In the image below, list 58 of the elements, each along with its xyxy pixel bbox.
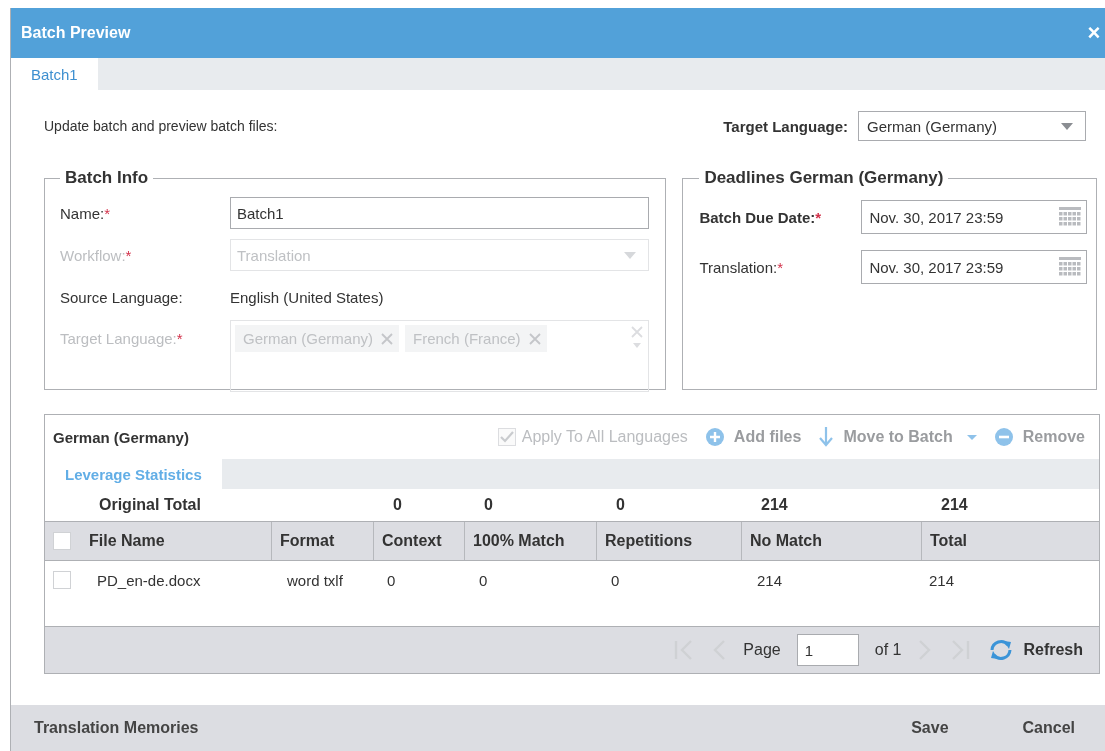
total-value: 214 xyxy=(760,496,789,514)
table-cell-text: PD_en-de.docx xyxy=(96,570,202,591)
table-cell-text: 0 xyxy=(478,570,489,591)
total-value: 0 xyxy=(392,496,403,514)
name-field[interactable]: Batch1 xyxy=(230,197,650,229)
page-label: Page xyxy=(743,641,781,659)
date-field[interactable]: Nov. 30, 2017 23:59 xyxy=(861,200,1088,234)
refresh-button[interactable]: Refresh xyxy=(987,638,1083,662)
total-value: 0 xyxy=(615,496,626,514)
translation-memories-button[interactable]: Translation Memories xyxy=(34,719,199,737)
select-all-checkbox[interactable] xyxy=(53,532,71,550)
total-value: 0 xyxy=(483,496,494,514)
page-field[interactable]: 1 xyxy=(796,634,859,666)
column-header[interactable]: Repetitions xyxy=(596,522,741,560)
panel-title: German (Germany) xyxy=(53,428,189,446)
date-field[interactable]: Nov. 30, 2017 23:59 xyxy=(861,250,1088,284)
column-header[interactable]: Format xyxy=(271,522,373,560)
column-header[interactable]: Context xyxy=(373,522,464,560)
table-cell-text: 0 xyxy=(610,570,621,591)
check-icon xyxy=(498,430,515,444)
row-checkbox[interactable] xyxy=(53,571,71,589)
table-cell-text: 214 xyxy=(928,570,956,591)
save-button[interactable]: Save xyxy=(911,719,949,737)
plus-icon xyxy=(705,428,724,446)
column-header[interactable]: File Name xyxy=(81,522,271,560)
cancel-button[interactable]: Cancel xyxy=(1022,719,1075,737)
field-label: Target Language: xyxy=(723,117,848,135)
field-label: Name:* xyxy=(60,204,112,222)
field-label: Workflow:* xyxy=(60,246,133,264)
page-count: of 1 xyxy=(874,641,902,659)
caret-icon xyxy=(624,251,637,259)
language-dropdown[interactable]: German (Germany) xyxy=(858,111,1086,141)
remove-icon[interactable] xyxy=(381,332,394,345)
table-cell-text: 214 xyxy=(756,570,784,591)
down-arrow-icon xyxy=(819,427,834,447)
window-title: Batch Preview xyxy=(21,24,131,42)
tab[interactable]: Batch1 xyxy=(11,58,98,90)
minus-icon xyxy=(994,428,1013,446)
remove-icon[interactable] xyxy=(528,332,541,345)
table-cell-text: 0 xyxy=(386,570,397,591)
total-value: 214 xyxy=(940,496,969,514)
calendar-icon[interactable] xyxy=(1059,257,1082,277)
caret-icon xyxy=(966,434,977,440)
field-label: Batch Due Date:* xyxy=(699,208,823,226)
column-header[interactable]: Total xyxy=(921,522,1099,560)
section-title: Deadlines German (Germany) xyxy=(703,168,945,188)
column-header[interactable]: No Match xyxy=(741,522,921,560)
caret-icon xyxy=(1061,122,1073,130)
section-title: Batch Info xyxy=(64,168,150,188)
field-label: Target Language:* xyxy=(60,330,184,347)
instruction-text: Update batch and preview batch files: xyxy=(44,118,278,134)
table-cell-text: word txlf xyxy=(286,570,344,591)
total-label: Original Total xyxy=(98,496,202,514)
field-label: Source Language: xyxy=(60,288,184,306)
calendar-icon[interactable] xyxy=(1059,207,1082,227)
field-label: Translation:* xyxy=(699,258,785,276)
source-language-value: English (United States) xyxy=(230,288,384,306)
column-header[interactable]: 100% Match xyxy=(464,522,596,560)
